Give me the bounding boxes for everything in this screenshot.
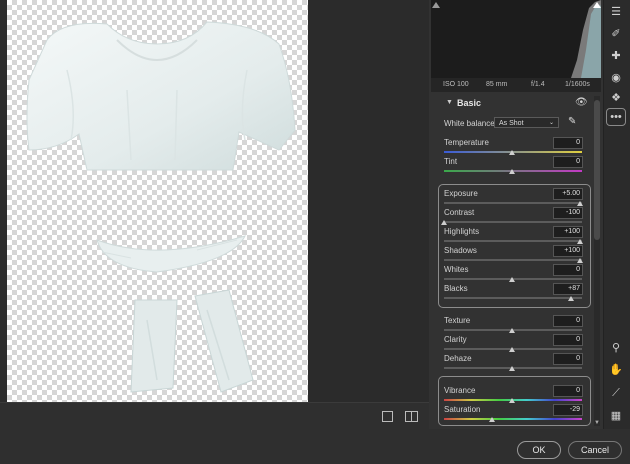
sliders-icon[interactable]: ☰ [606,2,626,20]
slider-thumb-highlights[interactable] [577,239,583,244]
slider-value-saturation[interactable]: -29 [553,404,583,416]
slider-value-dehaze[interactable]: 0 [553,353,583,365]
section-title: Basic [457,98,482,108]
aperture: f/1.4 [531,81,545,88]
slider-thumb-shadows[interactable] [577,258,583,263]
slider-label-clarity: Clarity [444,335,467,344]
healing-icon[interactable]: ✚ [606,46,626,64]
slider-thumb-saturation[interactable] [489,417,496,422]
presets-icon[interactable]: ❖ [606,88,626,106]
slider-thumb-blacks[interactable] [568,296,575,301]
slider-label-shadows: Shadows [444,246,477,255]
shirt-image [26,21,296,393]
grid-icon[interactable]: ▦ [606,406,626,424]
slider-value-texture[interactable]: 0 [553,315,583,327]
eyedropper-tool-icon[interactable]: ⟋ [606,384,626,402]
slider-label-exposure: Exposure [444,189,478,198]
slider-label-contrast: Contrast [444,208,475,217]
slider-value-highlights[interactable]: +100 [553,226,583,238]
eyedropper-icon[interactable]: ✎ [568,116,576,127]
slider-label-temperature: Temperature [444,138,489,147]
slider-label-highlights: Highlights [444,227,480,236]
slider-label-texture: Texture [444,316,471,325]
more-icon[interactable]: ••• [606,108,626,126]
shutter-speed: 1/1600s [565,81,590,88]
slider-track-highlights[interactable] [444,240,582,242]
slider-value-blacks[interactable]: +87 [553,283,583,295]
canvas-bottom-bar [0,402,429,430]
slider-thumb-vibrance[interactable] [509,398,515,403]
histogram-graph [432,0,601,78]
scrollbar-thumb[interactable] [594,100,600,240]
slider-thumb-exposure[interactable] [577,201,583,206]
slider-label-saturation: Saturation [444,405,481,414]
iso-value: ISO 100 [443,81,469,88]
redeye-icon[interactable]: ◉ [606,68,626,86]
visibility-eye-icon[interactable]: 👁 [575,97,588,108]
histogram [431,0,601,78]
slider-thumb-contrast[interactable] [441,220,447,225]
slider-label-whites: Whites [444,265,469,274]
before-after-split-icon[interactable] [405,411,418,422]
white-balance-value: As Shot [499,120,524,127]
focal-length: 85 mm [486,81,508,88]
white-balance-select[interactable]: As Shot ⌄ [494,117,559,128]
slider-track-exposure[interactable] [444,202,582,204]
white-balance-label: White balance [444,119,495,128]
slider-thumb-dehaze[interactable] [509,366,515,371]
slider-label-tint: Tint [444,157,458,166]
brush-icon[interactable]: ✐ [606,24,626,42]
chevron-down-icon[interactable]: ▼ [446,99,453,106]
slider-value-temperature[interactable]: 0 [553,137,583,149]
slider-value-tint[interactable]: 0 [553,156,583,168]
cancel-button[interactable]: Cancel [568,441,622,459]
slider-value-shadows[interactable]: +100 [553,245,583,257]
slider-thumb-clarity[interactable] [509,347,515,352]
slider-track-shadows[interactable] [444,259,582,261]
slider-thumb-whites[interactable] [509,277,515,282]
slider-thumb-tint[interactable] [509,169,515,174]
before-after-single-icon[interactable] [382,411,393,422]
slider-value-vibrance[interactable]: 0 [553,385,583,397]
scroll-down-icon[interactable]: ▼ [594,420,600,426]
chevron-down-icon: ⌄ [548,120,554,126]
slider-thumb-temperature[interactable] [509,150,515,155]
slider-track-blacks[interactable] [444,297,582,299]
camera-info-bar: ISO 100 85 mm f/1.4 1/1600s [431,78,601,92]
slider-value-clarity[interactable]: 0 [553,334,583,346]
zoom-icon[interactable]: ⚲ [606,338,626,356]
slider-track-contrast[interactable] [444,221,582,223]
hand-icon[interactable]: ✋ [606,360,626,378]
document-canvas[interactable] [7,0,308,402]
slider-value-whites[interactable]: 0 [553,264,583,276]
slider-label-blacks: Blacks [444,284,468,293]
slider-label-vibrance: Vibrance [444,386,476,395]
ok-button[interactable]: OK [517,441,561,459]
slider-value-contrast[interactable]: -100 [553,207,583,219]
slider-thumb-texture[interactable] [509,328,515,333]
slider-value-exposure[interactable]: +5.00 [553,188,583,200]
slider-label-dehaze: Dehaze [444,354,472,363]
slider-track-saturation[interactable] [444,418,582,420]
